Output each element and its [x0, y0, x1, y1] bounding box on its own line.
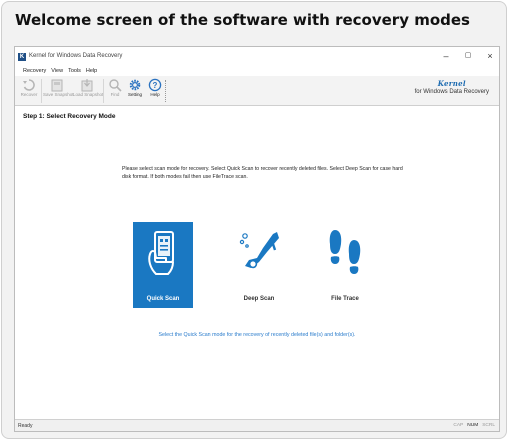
scroll-indicator: SCRL — [482, 423, 495, 428]
footprints-icon — [329, 230, 361, 274]
figure-caption: Welcome screen of the software with reco… — [15, 11, 470, 29]
main-content: Step 1: Select Recovery Mode Please sele… — [15, 106, 499, 419]
svg-text:?: ? — [153, 81, 158, 90]
phone-hand-icon — [148, 231, 174, 275]
save-snapshot-label: Save Snapshot — [43, 92, 74, 97]
save-snapshot-button[interactable]: Save Snapshot — [43, 78, 74, 104]
help-icon: ? — [148, 78, 162, 92]
instructions-text: Please select scan mode for recovery. Se… — [122, 166, 403, 180]
brand-name: Kernel — [437, 79, 466, 88]
setting-button[interactable]: Setting — [125, 78, 145, 104]
menu-tools[interactable]: Tools — [68, 67, 81, 76]
menu-help[interactable]: Help — [86, 67, 97, 76]
status-text: Ready — [18, 423, 33, 429]
brand-subtitle: for Windows Data Recovery — [414, 89, 489, 95]
quick-scan-option[interactable]: Quick Scan — [133, 222, 193, 308]
close-button[interactable]: × — [485, 51, 495, 61]
status-indicators: CAP NUM SCRL — [453, 423, 495, 428]
toolbar-separator — [41, 79, 42, 103]
find-label: Find — [110, 92, 120, 97]
diver-icon — [239, 232, 279, 269]
screenshot-frame: Welcome screen of the software with reco… — [1, 1, 507, 439]
status-bar: Ready CAP NUM SCRL — [15, 419, 499, 431]
save-snapshot-icon — [51, 79, 63, 92]
app-icon: K — [18, 53, 26, 61]
menu-recovery[interactable]: Recovery — [23, 67, 46, 76]
window-controls: – ▢ × — [441, 51, 495, 61]
toolbar-separator — [103, 79, 104, 103]
recover-icon — [23, 79, 35, 91]
toolbar-grip[interactable] — [165, 80, 168, 102]
file-trace-option[interactable]: File Trace — [315, 222, 375, 308]
window-title: Kernel for Windows Data Recovery — [29, 53, 123, 59]
setting-label: Setting — [127, 92, 142, 97]
load-snapshot-label: Load Snapshot — [73, 92, 104, 97]
minimize-button[interactable]: – — [441, 51, 451, 61]
deep-scan-label: Deep Scan — [243, 296, 275, 302]
help-label: Help — [150, 92, 160, 97]
find-icon — [109, 79, 122, 92]
load-snapshot-icon — [81, 79, 93, 92]
app-window: K Kernel for Windows Data Recovery – ▢ ×… — [14, 46, 500, 432]
restore-button[interactable]: ▢ — [463, 51, 473, 61]
deep-scan-option[interactable]: Deep Scan — [229, 222, 289, 308]
gear-icon — [129, 79, 141, 91]
step-title: Step 1: Select Recovery Mode — [23, 113, 116, 120]
caps-indicator: CAP — [453, 423, 464, 428]
quick-scan-label: Quick Scan — [146, 296, 180, 302]
menu-view[interactable]: View — [51, 67, 63, 76]
mode-hint: Select the Quick Scan mode for the recov… — [158, 332, 356, 338]
num-indicator: NUM — [467, 423, 479, 428]
recover-label: Recover — [20, 92, 38, 97]
file-trace-label: File Trace — [331, 296, 359, 302]
title-bar: K Kernel for Windows Data Recovery – ▢ × — [15, 47, 499, 67]
find-button[interactable]: Find — [106, 78, 124, 104]
menu-bar: Recovery View Tools Help — [15, 67, 499, 76]
load-snapshot-button[interactable]: Load Snapshot — [73, 78, 104, 104]
help-button[interactable]: ? Help — [147, 78, 163, 104]
brand-logo: Kernel for Windows Data Recovery — [415, 79, 489, 95]
recover-button[interactable]: Recover — [18, 78, 40, 104]
